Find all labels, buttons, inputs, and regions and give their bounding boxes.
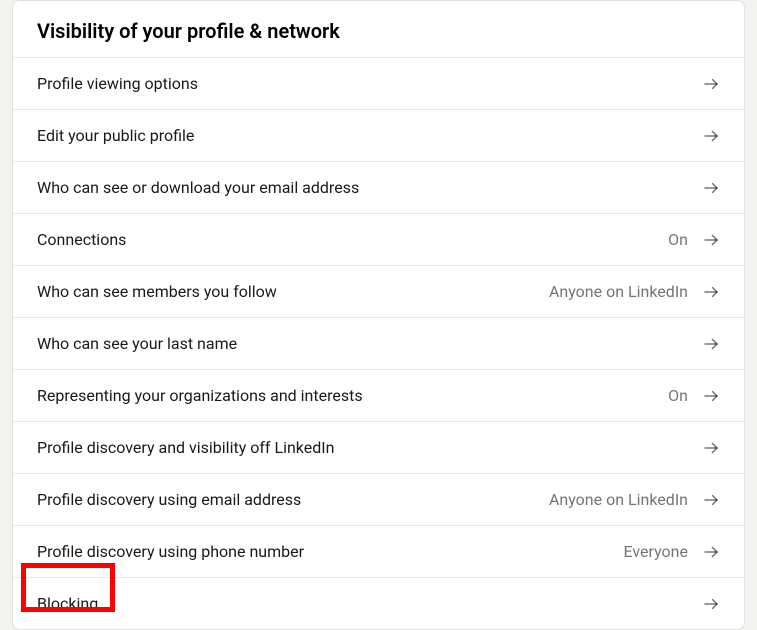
row-label: Blocking <box>37 594 98 613</box>
row-value: On <box>668 230 688 249</box>
row-discovery-email[interactable]: Profile discovery using email address An… <box>13 473 744 525</box>
arrow-right-icon <box>702 127 720 145</box>
row-label: Profile discovery using email address <box>37 490 301 509</box>
visibility-settings-panel: Visibility of your profile & network Pro… <box>12 0 745 630</box>
arrow-right-icon <box>702 231 720 249</box>
row-label: Profile discovery and visibility off Lin… <box>37 438 334 457</box>
arrow-right-icon <box>702 439 720 457</box>
row-right: Everyone <box>624 542 720 561</box>
row-connections[interactable]: Connections On <box>13 213 744 265</box>
row-right: On <box>668 230 720 249</box>
row-label: Profile viewing options <box>37 74 198 93</box>
row-right <box>688 127 720 145</box>
row-members-you-follow[interactable]: Who can see members you follow Anyone on… <box>13 265 744 317</box>
row-label: Connections <box>37 230 126 249</box>
arrow-right-icon <box>702 491 720 509</box>
row-organizations-interests[interactable]: Representing your organizations and inte… <box>13 369 744 421</box>
row-right <box>688 595 720 613</box>
row-value: Anyone on LinkedIn <box>549 282 688 301</box>
row-email-address-visibility[interactable]: Who can see or download your email addre… <box>13 161 744 213</box>
row-edit-public-profile[interactable]: Edit your public profile <box>13 109 744 161</box>
row-label: Who can see members you follow <box>37 282 277 301</box>
arrow-right-icon <box>702 543 720 561</box>
row-discovery-off-linkedin[interactable]: Profile discovery and visibility off Lin… <box>13 421 744 473</box>
row-value: Everyone <box>624 542 688 561</box>
section-title: Visibility of your profile & network <box>13 1 744 57</box>
row-value: On <box>668 386 688 405</box>
row-blocking[interactable]: Blocking <box>13 577 744 629</box>
row-profile-viewing-options[interactable]: Profile viewing options <box>13 57 744 109</box>
row-right <box>688 335 720 353</box>
row-label: Who can see or download your email addre… <box>37 178 359 197</box>
row-last-name-visibility[interactable]: Who can see your last name <box>13 317 744 369</box>
arrow-right-icon <box>702 335 720 353</box>
row-label: Profile discovery using phone number <box>37 542 304 561</box>
row-right <box>688 75 720 93</box>
arrow-right-icon <box>702 179 720 197</box>
arrow-right-icon <box>702 283 720 301</box>
row-label: Edit your public profile <box>37 126 194 145</box>
row-right: On <box>668 386 720 405</box>
row-label: Representing your organizations and inte… <box>37 386 363 405</box>
row-discovery-phone[interactable]: Profile discovery using phone number Eve… <box>13 525 744 577</box>
row-right: Anyone on LinkedIn <box>549 282 720 301</box>
row-right: Anyone on LinkedIn <box>549 490 720 509</box>
arrow-right-icon <box>702 75 720 93</box>
row-right <box>688 439 720 457</box>
arrow-right-icon <box>702 595 720 613</box>
row-value: Anyone on LinkedIn <box>549 490 688 509</box>
arrow-right-icon <box>702 387 720 405</box>
row-right <box>688 179 720 197</box>
row-label: Who can see your last name <box>37 334 237 353</box>
